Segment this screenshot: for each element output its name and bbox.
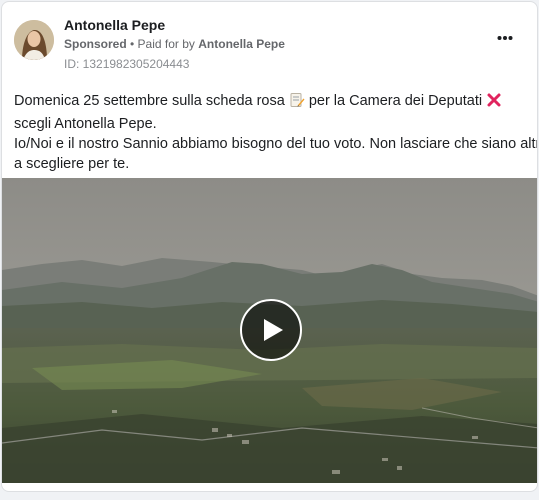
paid-for-name[interactable]: Antonella Pepe	[198, 37, 285, 51]
text-line-2: scegli Antonella Pepe.	[14, 116, 157, 132]
avatar[interactable]	[14, 20, 54, 60]
play-icon	[264, 319, 283, 341]
ad-card: Antonella Pepe Sponsored • Paid for by A…	[1, 1, 538, 492]
more-options-button[interactable]	[493, 26, 517, 50]
separator: •	[126, 37, 138, 51]
ad-id: ID: 1321982305204443	[64, 57, 190, 71]
post-header: Antonella Pepe Sponsored • Paid for by A…	[14, 17, 525, 71]
sponsored-label: Sponsored	[64, 37, 127, 51]
play-button[interactable]	[240, 299, 302, 361]
more-options-icon	[497, 36, 513, 40]
text-line-3: Io/Noi e il nostro Sannio abbiamo bisogn…	[14, 136, 538, 152]
text-line-1-end: per la Camera dei Deputati	[308, 93, 483, 109]
author-name[interactable]: Antonella Pepe	[64, 16, 285, 34]
sponsor-line: Sponsored • Paid for by Antonella Pepe	[64, 35, 285, 53]
paid-for-prefix: Paid for by	[137, 37, 199, 51]
memo-emoji-icon	[289, 92, 305, 114]
text-line-1-start: Domenica 25 settembre sulla scheda rosa	[14, 93, 285, 109]
post-meta: Antonella Pepe Sponsored • Paid for by A…	[64, 16, 285, 72]
text-line-4: a scegliere per te.	[14, 156, 130, 172]
text-line-1: Domenica 25 settembre sulla scheda rosa p…	[14, 91, 524, 114]
cross-mark-emoji-icon	[486, 92, 502, 114]
post-text: Domenica 25 settembre sulla scheda rosa p…	[14, 91, 538, 174]
